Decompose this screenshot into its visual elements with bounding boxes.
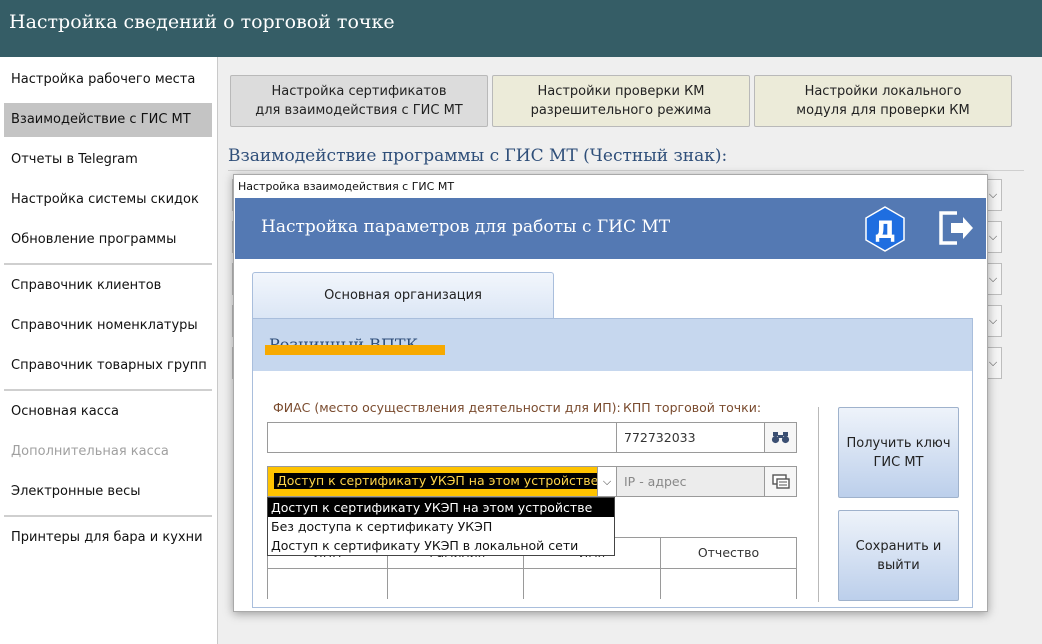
sidebar-divider: [4, 263, 212, 265]
vertical-divider: [818, 407, 819, 602]
km-check-settings-button[interactable]: Настройки проверки КМ разрешительного ре…: [492, 75, 750, 127]
local-module-settings-label: Настройки локального модуля для проверки…: [796, 84, 970, 118]
logo-letter: Д: [874, 216, 895, 244]
sidebar-item-discounts[interactable]: Настройка системы скидок: [4, 183, 212, 217]
tab-main-organization[interactable]: Основная организация: [252, 272, 554, 318]
dropdown-option[interactable]: Без доступа к сертификату УКЭП: [268, 517, 614, 536]
tab-panel: Розничный ВПТК ФИАС (место осуществления…: [252, 318, 973, 608]
sidebar-item-scales[interactable]: Электронные весы: [4, 475, 212, 509]
title-bar: Настройка сведений о торговой точке: [0, 0, 1042, 57]
sidebar-item-extra-register: Дополнительная касса: [11, 444, 169, 459]
sidebar-item-gis-mt[interactable]: Взаимодействие с ГИС МТ: [4, 103, 212, 137]
section-title: Взаимодействие программы с ГИС МТ (Честн…: [228, 146, 728, 166]
sidebar-item-update[interactable]: Обновление программы: [4, 223, 212, 257]
save-exit-label: Сохранить и выйти: [855, 538, 942, 573]
fias-label: ФИАС (место осуществления деятельности д…: [273, 400, 621, 415]
sidebar: Настройка рабочего места Взаимодействие …: [0, 57, 218, 644]
sidebar-item-clients[interactable]: Справочник клиентов: [4, 269, 212, 303]
sidebar-divider: [4, 389, 212, 391]
sidebar-item-workplace[interactable]: Настройка рабочего места: [4, 63, 212, 97]
gis-mt-dialog: Настройка взаимодействия с ГИС МТ Настро…: [233, 174, 988, 612]
table-header-patronymic: Отчество: [697, 545, 760, 560]
table-cell-firstname[interactable]: [524, 568, 661, 599]
exit-door-icon[interactable]: [935, 208, 975, 248]
kpp-field[interactable]: 772732033: [616, 422, 765, 453]
sidebar-item-printers[interactable]: Принтеры для бара и кухни: [4, 521, 212, 555]
hexagon-logo-icon: Д: [863, 205, 907, 253]
table-cell-patronymic[interactable]: [661, 568, 796, 599]
sidebar-item-telegram[interactable]: Отчеты в Telegram: [4, 143, 212, 177]
redaction-bar: [265, 345, 445, 355]
binoculars-icon[interactable]: [764, 422, 797, 453]
sidebar-divider: [4, 515, 212, 517]
dialog-header: Настройка параметров для работы с ГИС МТ…: [235, 198, 986, 259]
sidebar-item-product-groups[interactable]: Справочник товарных групп: [4, 349, 212, 383]
fias-field[interactable]: [267, 422, 617, 453]
certificate-access-dropdown-list: Доступ к сертификату УКЭП на этом устрой…: [267, 497, 615, 556]
window-title: Настройка сведений о торговой точке: [9, 11, 395, 33]
table-cell-inn[interactable]: [268, 568, 388, 599]
get-key-label: Получить ключ ГИС МТ: [846, 435, 951, 470]
sidebar-item-nomenclature[interactable]: Справочник номенклатуры: [4, 309, 212, 343]
certificate-access-select[interactable]: Доступ к сертификату УКЭП на этом устрой…: [267, 466, 617, 497]
save-exit-button[interactable]: Сохранить и выйти: [838, 510, 959, 601]
dialog-caption: Настройка взаимодействия с ГИС МТ: [238, 180, 455, 193]
network-icon[interactable]: [764, 466, 797, 497]
certificates-settings-button[interactable]: Настройка сертификатов для взаимодействи…: [230, 75, 488, 127]
section-divider: [228, 170, 1024, 171]
ip-address-field[interactable]: IP - адрес: [616, 466, 765, 497]
local-module-settings-button[interactable]: Настройки локального модуля для проверки…: [754, 75, 1012, 127]
kpp-label: КПП торговой точки:: [623, 400, 762, 415]
dropdown-option[interactable]: Доступ к сертификату УКЭП на этом устрой…: [268, 498, 614, 517]
chevron-down-icon[interactable]: ⌵: [597, 467, 616, 496]
certificates-settings-label: Настройка сертификатов для взаимодействи…: [255, 84, 463, 118]
km-check-settings-label: Настройки проверки КМ разрешительного ре…: [530, 84, 712, 118]
get-key-button[interactable]: Получить ключ ГИС МТ: [838, 407, 959, 498]
dropdown-option[interactable]: Доступ к сертификату УКЭП в локальной се…: [268, 536, 614, 555]
table-cell-lastname[interactable]: [388, 568, 524, 599]
certificate-access-value: Доступ к сертификату УКЭП на этом устрой…: [274, 473, 602, 489]
sidebar-item-main-register[interactable]: Основная касса: [4, 395, 212, 429]
dialog-header-title: Настройка параметров для работы с ГИС МТ: [261, 217, 671, 237]
organization-band: Розничный ВПТК: [253, 319, 972, 371]
